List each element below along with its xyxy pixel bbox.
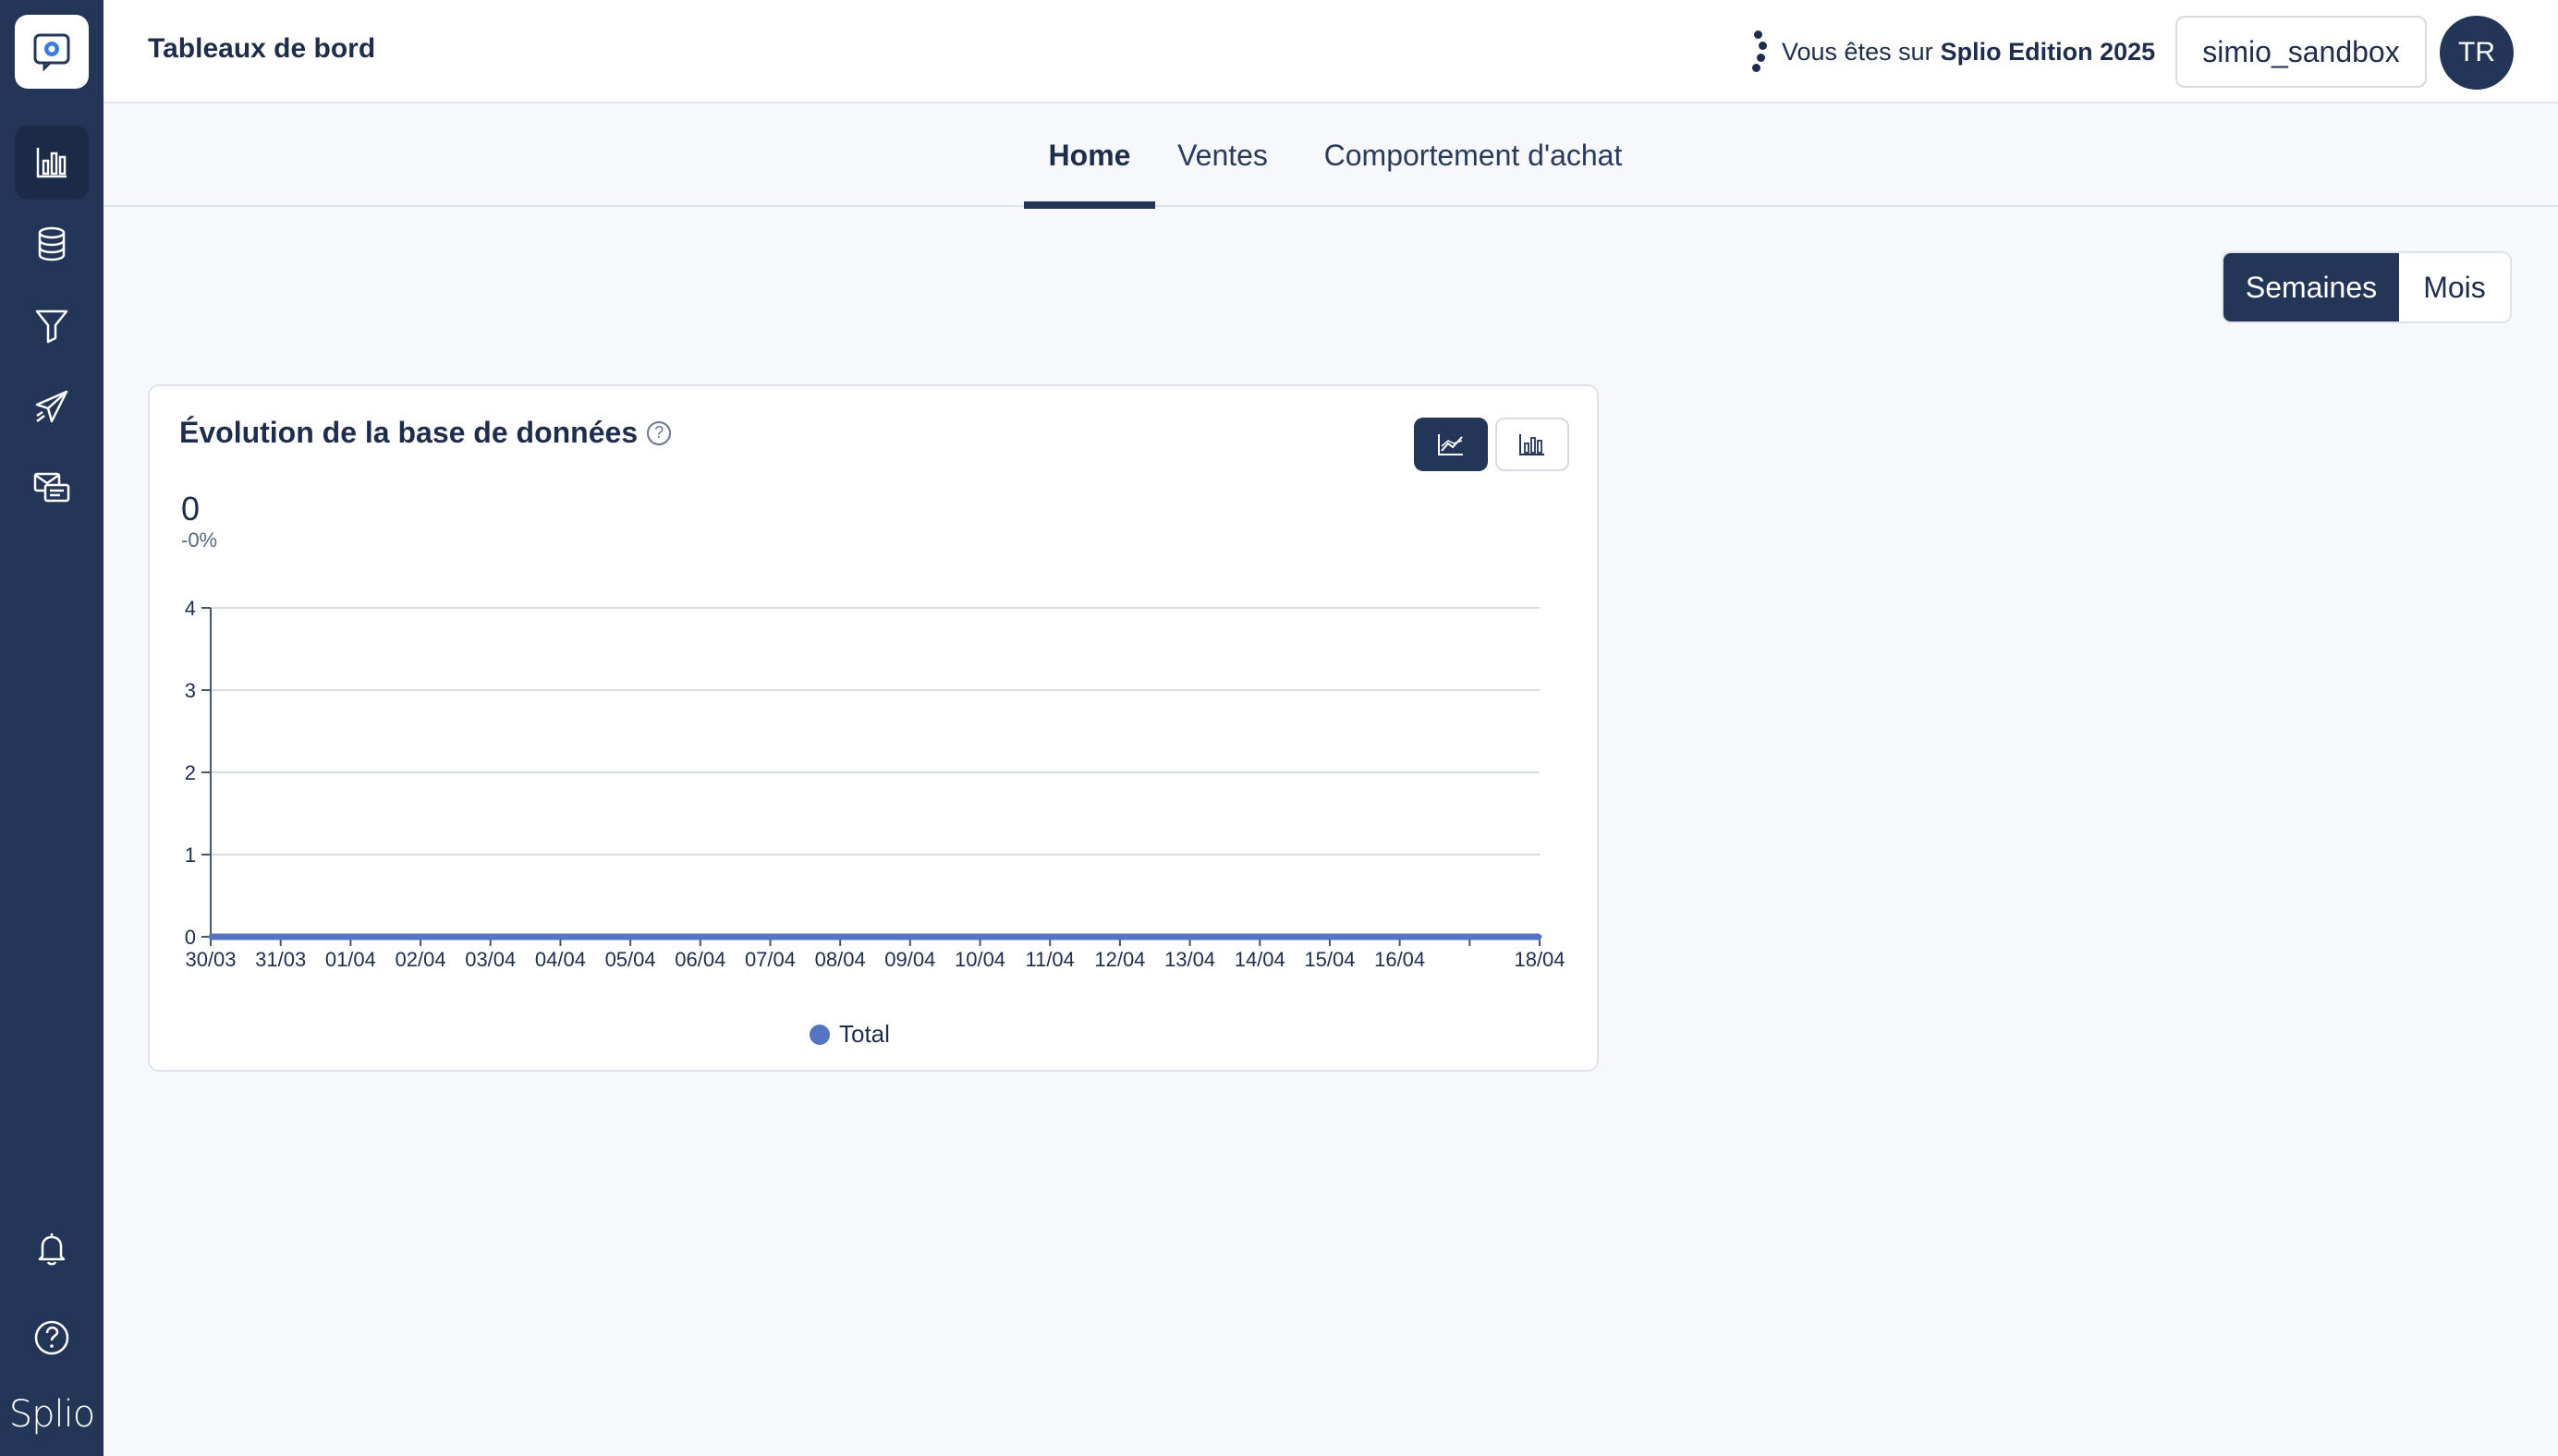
user-avatar[interactable]: TR xyxy=(2440,16,2514,90)
data-point xyxy=(1537,934,1542,940)
x-tick-label: 01/04 xyxy=(325,948,376,971)
line-chart-icon xyxy=(1438,434,1463,455)
y-tick-label: 0 xyxy=(185,926,196,949)
app-logo-icon xyxy=(33,33,70,72)
data-point xyxy=(418,934,423,940)
paper-plane-icon xyxy=(35,390,68,423)
data-point xyxy=(1188,934,1193,940)
x-tick-label: 02/04 xyxy=(396,948,446,971)
x-tick-label: 14/04 xyxy=(1235,948,1285,971)
kpi-value: 0 xyxy=(181,490,201,528)
data-point xyxy=(557,934,563,940)
period-toggle: Semaines Mois xyxy=(2222,251,2512,323)
messages-icon xyxy=(33,472,70,503)
edition-prefix: Vous êtes sur xyxy=(1782,37,1933,66)
loading-spinner-icon xyxy=(1748,29,1767,75)
database-evolution-card: 0 1 2 3 4 30/03 31/03 01/04 02/04 03/04 04/04 05/04… xyxy=(148,384,1599,1072)
card-title-text: Évolution de la base de données xyxy=(179,416,639,449)
bar-chart-icon xyxy=(36,148,67,178)
app-logo[interactable] xyxy=(15,15,89,89)
card-title: Évolution de la base de données ? xyxy=(179,416,672,450)
sidebar-item-notifications[interactable] xyxy=(15,1212,89,1286)
top-header: Tableaux de bord Vous êtes sur Splio Edi… xyxy=(104,0,2558,103)
x-tick-label: 09/04 xyxy=(884,948,935,971)
data-point xyxy=(208,934,213,940)
y-tick-label: 2 xyxy=(185,761,196,784)
line-chart: 0 1 2 3 4 30/03 31/03 01/04 02/04 03/04 04/04 05/04… xyxy=(185,597,1565,971)
x-tick-label: 10/04 xyxy=(955,948,1005,971)
x-tick-label: 15/04 xyxy=(1304,948,1355,971)
y-tick-label: 3 xyxy=(185,679,196,702)
help-icon xyxy=(34,1320,69,1355)
x-tick-label: 06/04 xyxy=(675,948,725,971)
sidebar-item-database[interactable] xyxy=(15,207,89,281)
sidebar-item-help[interactable] xyxy=(15,1301,89,1375)
filter-icon xyxy=(35,309,68,344)
data-point xyxy=(1047,934,1053,940)
data-point xyxy=(627,934,633,940)
data-point xyxy=(698,934,703,940)
bar-chart-toggle-button[interactable] xyxy=(1495,418,1569,471)
data-point xyxy=(1257,934,1262,940)
y-tick-label: 1 xyxy=(185,843,196,867)
page-title: Tableaux de bord xyxy=(148,33,376,64)
x-tick-label: 12/04 xyxy=(1094,948,1145,971)
chart-legend[interactable]: Total xyxy=(810,1020,890,1049)
x-tick-label: 07/04 xyxy=(745,948,796,971)
tab-home[interactable]: Home xyxy=(1024,103,1155,209)
y-tick-label: 4 xyxy=(185,597,196,620)
x-tick-label: 18/04 xyxy=(1514,948,1565,971)
sidebar-item-campaigns[interactable] xyxy=(15,370,89,443)
period-months-button[interactable]: Mois xyxy=(2399,253,2510,322)
sidebar-item-messages[interactable] xyxy=(15,451,89,525)
bell-icon xyxy=(38,1233,66,1266)
data-point xyxy=(1397,934,1403,940)
line-chart-toggle-button[interactable] xyxy=(1414,418,1488,471)
x-tick-label: 16/04 xyxy=(1374,948,1425,971)
data-point xyxy=(907,934,913,940)
data-point xyxy=(837,934,843,940)
tab-ventes[interactable]: Ventes xyxy=(1166,103,1279,207)
tabs-bar: Home Ventes Comportement d'achat xyxy=(104,103,2558,209)
edition-info[interactable]: Vous êtes sur Splio Edition 2025 xyxy=(1748,22,2155,81)
data-point xyxy=(767,934,773,940)
legend-label-total: Total xyxy=(839,1020,890,1048)
x-tick-label: 04/04 xyxy=(535,948,586,971)
tab-comportement-achat[interactable]: Comportement d'achat xyxy=(1307,103,1639,207)
kpi-change: -0% xyxy=(181,528,218,552)
x-tick-label: 13/04 xyxy=(1164,948,1215,971)
splio-brand-logo: Splio xyxy=(8,1393,95,1436)
sidebar: Splio xyxy=(0,0,104,1456)
account-selector-button[interactable]: simio_sandbox xyxy=(2175,16,2427,88)
x-tick-label: 05/04 xyxy=(605,948,656,971)
help-circle-icon[interactable]: ? xyxy=(647,420,672,445)
x-tick-label: 11/04 xyxy=(1025,948,1074,971)
data-point xyxy=(347,934,353,940)
data-point xyxy=(1117,934,1123,940)
sidebar-item-dashboard[interactable] xyxy=(15,126,89,200)
sidebar-item-segments[interactable] xyxy=(15,288,89,362)
data-point xyxy=(978,934,983,940)
data-point xyxy=(278,934,284,940)
bar-chart-small-icon xyxy=(1519,434,1544,455)
period-weeks-button[interactable]: Semaines xyxy=(2223,253,2399,322)
data-point xyxy=(1327,934,1333,940)
legend-dot-total xyxy=(810,1024,830,1045)
x-tick-label: 30/03 xyxy=(185,948,236,971)
database-icon xyxy=(38,226,66,261)
x-tick-label: 31/03 xyxy=(255,948,306,971)
data-point xyxy=(1467,934,1472,940)
x-tick-label: 08/04 xyxy=(815,948,866,971)
x-tick-label: 03/04 xyxy=(465,948,516,971)
edition-name: Splio Edition 2025 xyxy=(1940,37,2156,66)
data-point xyxy=(488,934,493,940)
